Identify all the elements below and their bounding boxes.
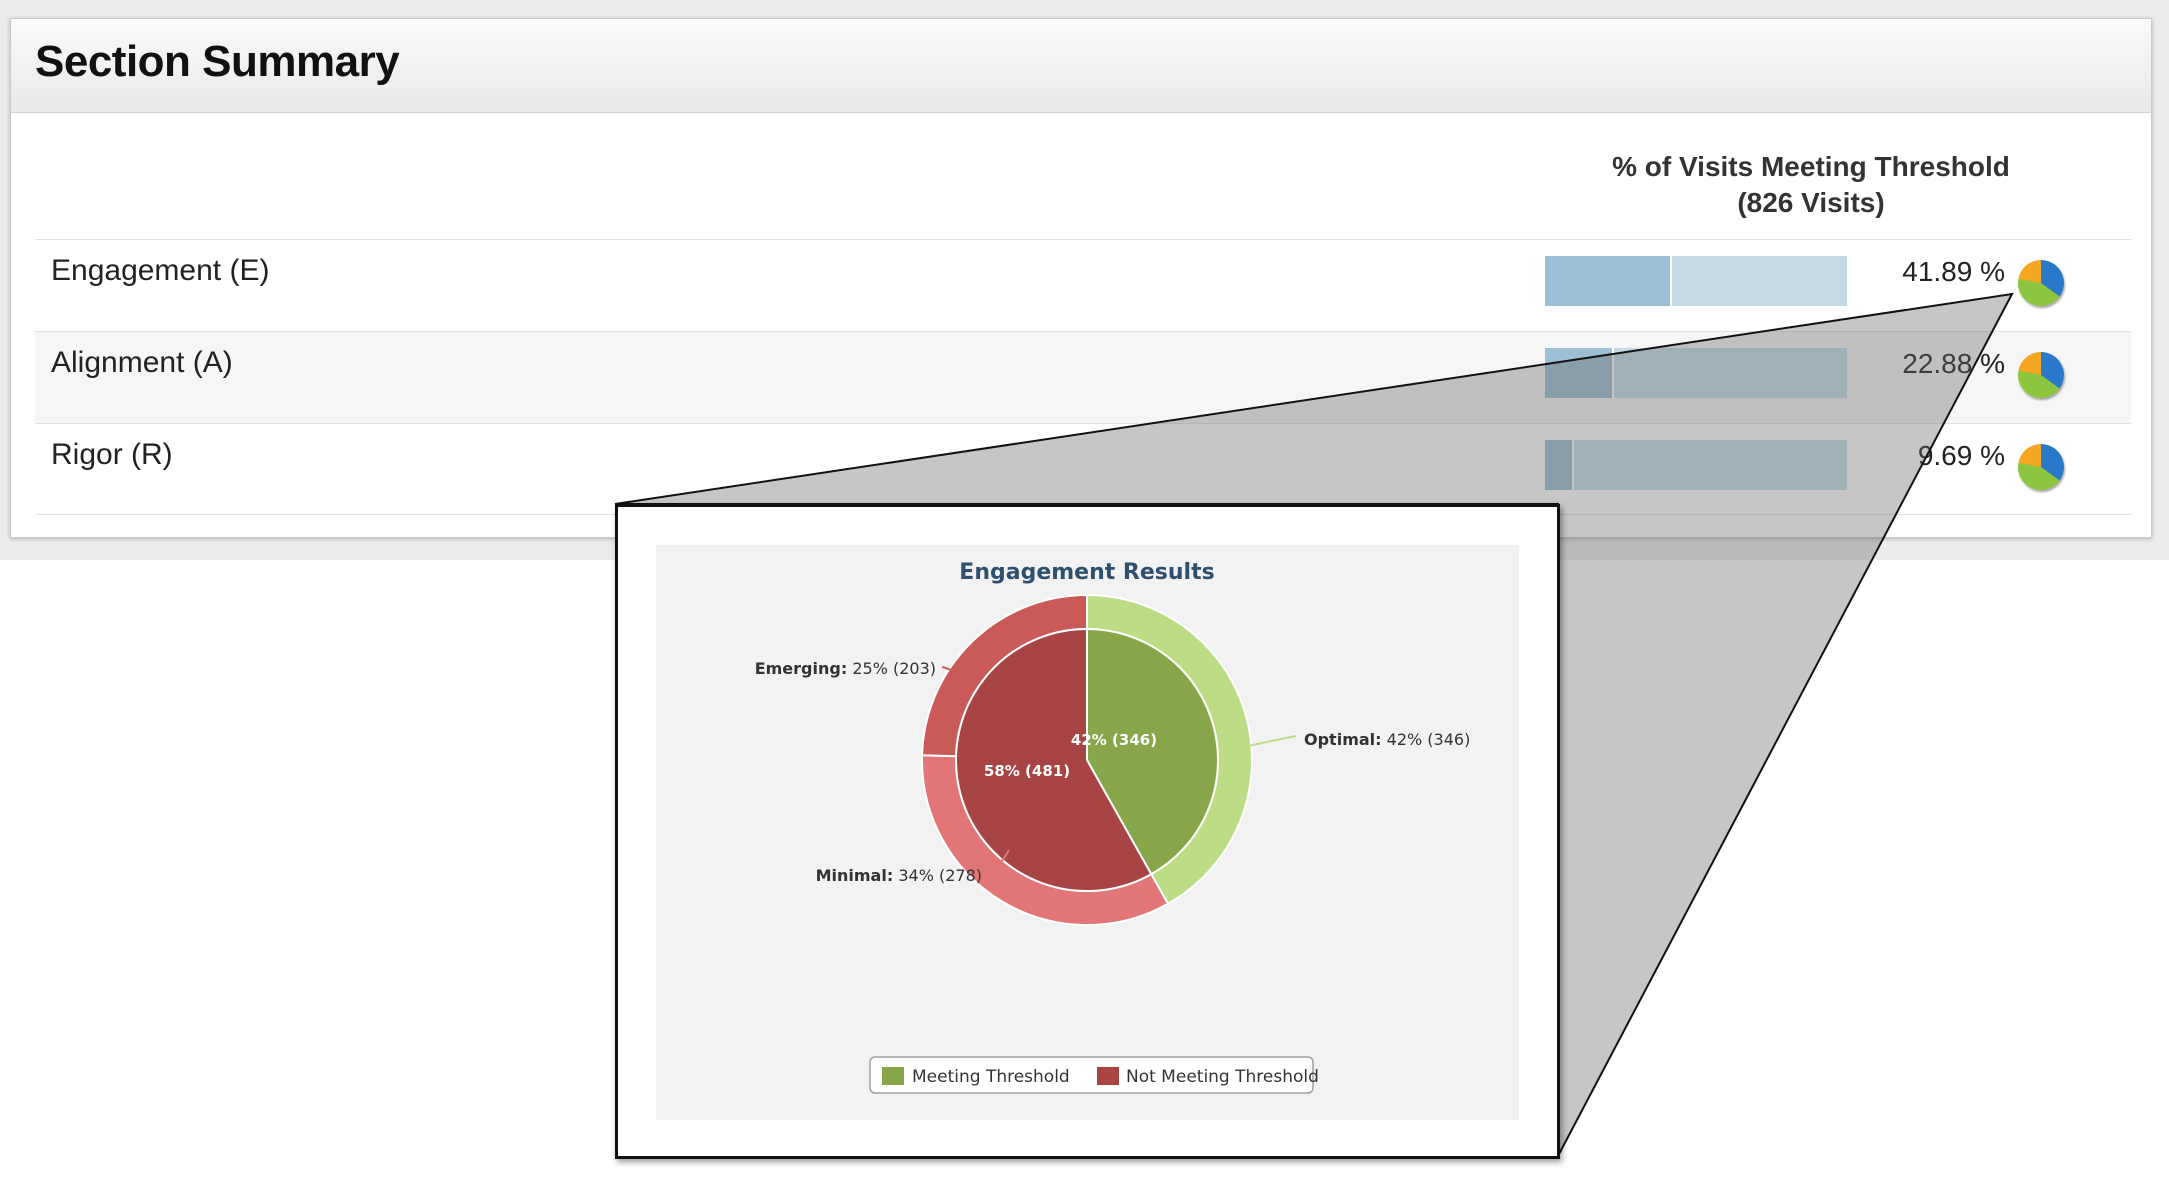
engagement-results-popup: Engagement Results Optimal: 42% (346) Em…: [615, 504, 1560, 1159]
label-optimal-name: Optimal:: [1304, 730, 1382, 749]
legend-label-not-meeting[interactable]: Not Meeting Threshold: [1126, 1067, 1319, 1087]
label-optimal-value: 42% (346): [1387, 730, 1471, 749]
chart-legend: Meeting Threshold Not Meeting Threshold: [869, 1056, 1319, 1094]
label-emerging: Emerging: 25% (203): [755, 659, 936, 678]
label-emerging-name: Emerging:: [755, 659, 848, 678]
inner-label-not-meeting: 58% (481): [984, 762, 1070, 780]
chart-title: Engagement Results: [959, 560, 1214, 585]
legend-swatch-meeting: [882, 1067, 904, 1085]
inner-label-meeting: 42% (346): [1071, 731, 1157, 749]
label-minimal: Minimal: 34% (278): [816, 866, 982, 885]
label-minimal-value: 34% (278): [898, 866, 982, 885]
label-emerging-value: 25% (203): [852, 659, 936, 678]
chart-area: Engagement Results Optimal: 42% (346) Em…: [656, 545, 1519, 1120]
engagement-pie-chart: Engagement Results Optimal: 42% (346) Em…: [755, 560, 1470, 1094]
legend-swatch-not-meeting: [1097, 1067, 1119, 1085]
label-minimal-name: Minimal:: [816, 866, 894, 885]
legend-label-meeting[interactable]: Meeting Threshold: [912, 1067, 1070, 1087]
leader-line-optimal: [1247, 735, 1297, 747]
label-optimal: Optimal: 42% (346): [1304, 730, 1470, 749]
